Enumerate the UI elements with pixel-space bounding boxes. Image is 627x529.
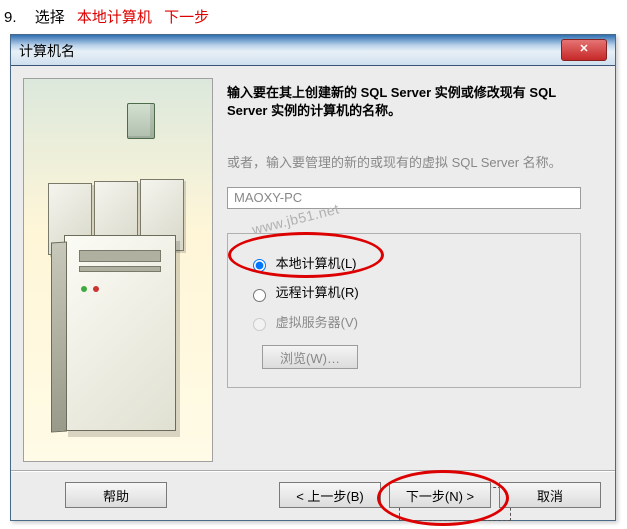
intro-text: 输入要在其上创建新的 SQL Server 实例或修改现有 SQL Server… bbox=[227, 84, 597, 120]
browse-button: 浏览(W)… bbox=[262, 345, 358, 369]
led-red bbox=[93, 286, 99, 292]
next-button-wrap: 下一步(N) > bbox=[389, 482, 491, 508]
dialog-body: 输入要在其上创建新的 SQL Server 实例或修改现有 SQL Server… bbox=[11, 66, 615, 466]
computer-name-input[interactable] bbox=[227, 187, 581, 209]
radio-remote[interactable] bbox=[253, 289, 266, 302]
dialog-window: 计算机名 ✕ 输入要在其上创建新的 SQL Server 实例或修改现有 SQL… bbox=[10, 34, 616, 521]
instruction-red-local: 本地计算机 bbox=[77, 9, 152, 26]
options-group: 本地计算机(L) 远程计算机(R) 虚拟服务器(V) 浏览(W)… bbox=[227, 233, 581, 389]
radio-local-label: 本地计算机(L) bbox=[276, 256, 357, 271]
titlebar: 计算机名 ✕ bbox=[11, 35, 615, 66]
content-panel: 输入要在其上创建新的 SQL Server 实例或修改现有 SQL Server… bbox=[227, 84, 597, 388]
instruction-red-next: 下一步 bbox=[164, 9, 209, 26]
disk-icon bbox=[127, 103, 155, 139]
radio-local-row[interactable]: 本地计算机(L) bbox=[248, 253, 566, 273]
close-icon: ✕ bbox=[579, 43, 588, 55]
dialog-title: 计算机名 bbox=[19, 41, 75, 61]
button-row: 帮助 < 上一步(B) 下一步(N) > 取消 bbox=[25, 482, 601, 508]
help-button[interactable]: 帮助 bbox=[65, 482, 167, 508]
separator-line bbox=[11, 470, 615, 471]
radio-remote-row[interactable]: 远程计算机(R) bbox=[248, 282, 566, 302]
cancel-button[interactable]: 取消 bbox=[499, 482, 601, 508]
instruction-select: 选择 bbox=[35, 9, 65, 26]
radio-remote-label: 远程计算机(R) bbox=[276, 285, 359, 300]
close-button[interactable]: ✕ bbox=[561, 39, 607, 61]
radio-virtual-label: 虚拟服务器(V) bbox=[276, 315, 358, 330]
sub-text: 或者，输入要管理的新的或现有的虚拟 SQL Server 名称。 bbox=[227, 154, 597, 172]
radio-local[interactable] bbox=[253, 259, 266, 272]
server-slot bbox=[79, 266, 161, 272]
illustration-panel bbox=[23, 78, 213, 462]
instruction-line: 9. 选择 本地计算机 下一步 bbox=[0, 0, 627, 27]
next-button[interactable]: 下一步(N) > bbox=[389, 482, 491, 508]
server-slot bbox=[79, 250, 161, 262]
server-front-icon bbox=[64, 235, 176, 431]
radio-virtual bbox=[253, 318, 266, 331]
back-button[interactable]: < 上一步(B) bbox=[279, 482, 381, 508]
radio-virtual-row: 虚拟服务器(V) bbox=[248, 312, 566, 332]
led-green bbox=[81, 286, 87, 292]
instruction-number: 9. bbox=[4, 9, 17, 26]
